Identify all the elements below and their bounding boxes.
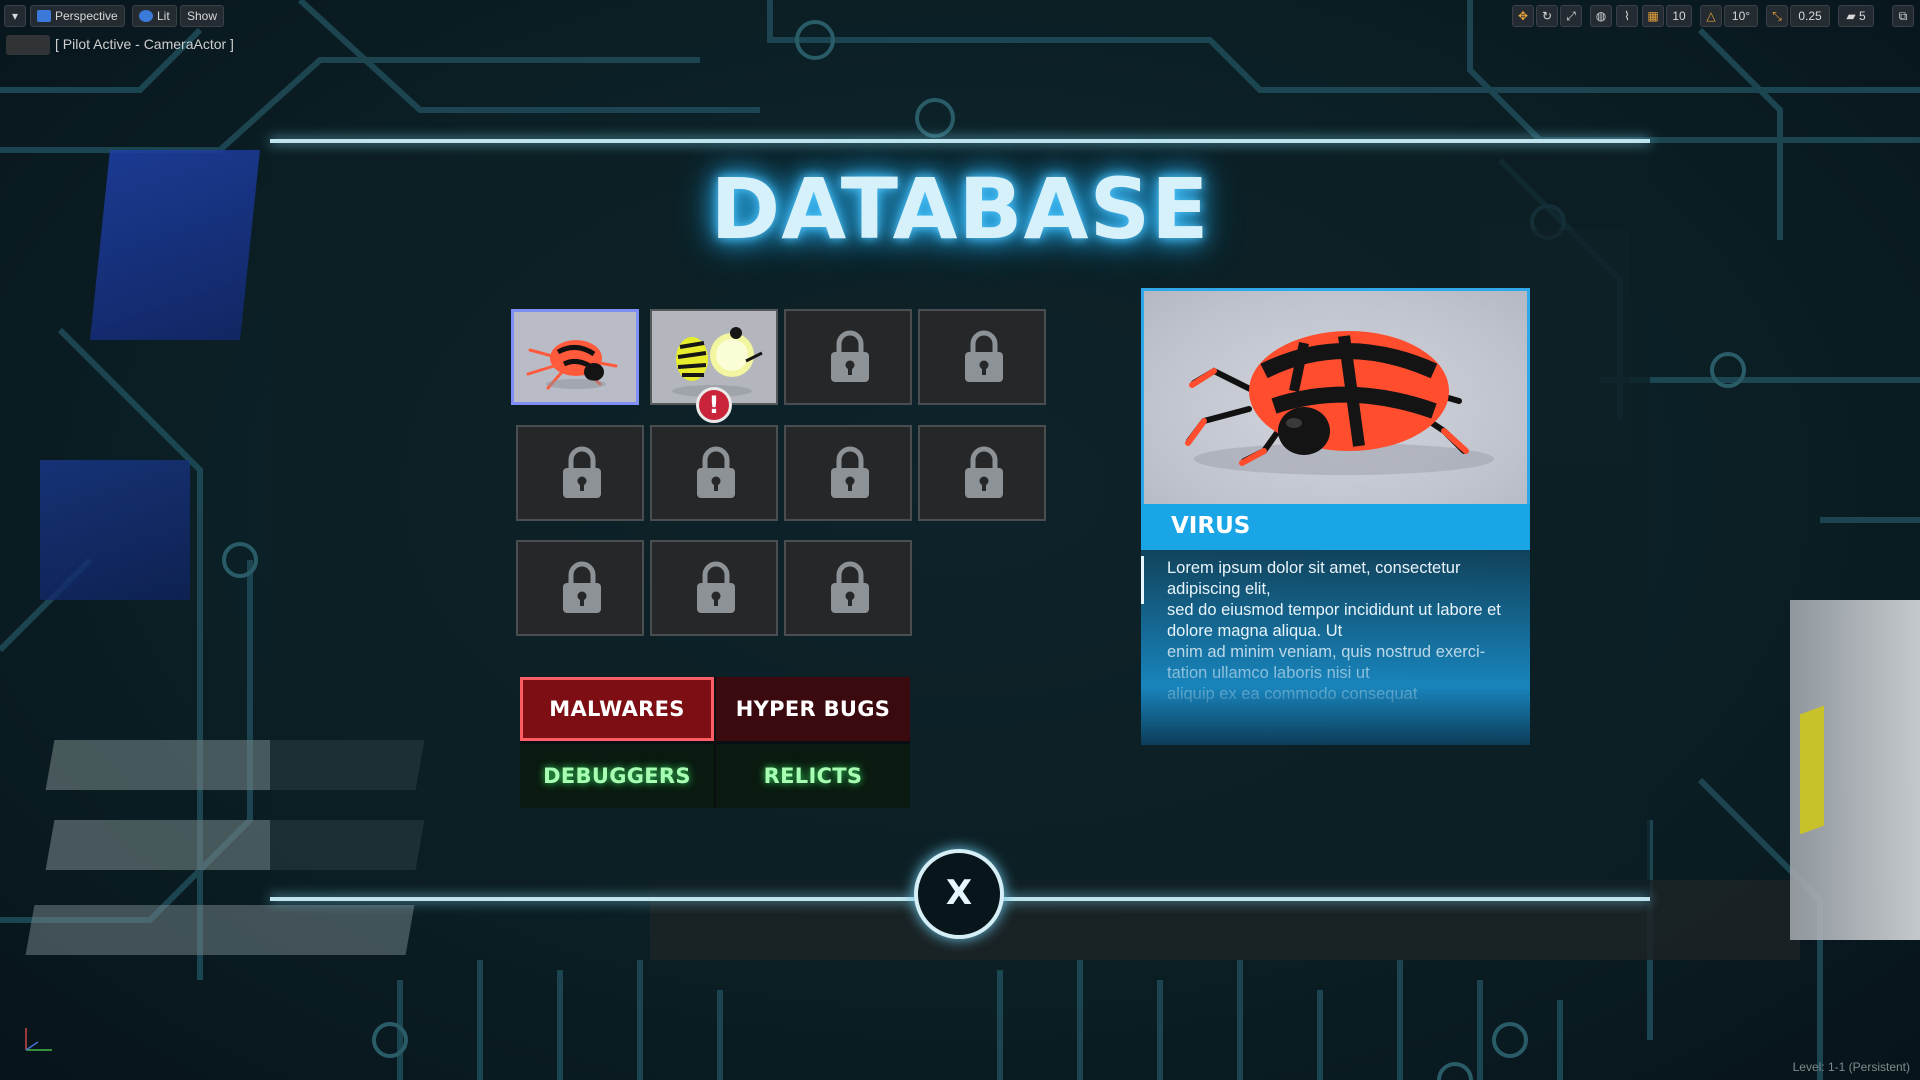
creature-slot-locked[interactable] — [516, 540, 644, 636]
rotation-snap-value[interactable]: 10° — [1724, 5, 1758, 27]
world-space-icon[interactable]: ◍ — [1590, 5, 1612, 27]
maximize-viewport-icon[interactable]: ⧉ — [1892, 5, 1914, 27]
blue-server-chip-lower — [40, 460, 190, 600]
creature-slot-virus[interactable] — [511, 309, 639, 405]
alert-icon: ! — [696, 387, 732, 423]
lit-sphere-icon — [139, 10, 153, 22]
tab-debuggers[interactable]: DEBUGGERS — [520, 744, 714, 808]
creature-slot-locked[interactable] — [650, 540, 778, 636]
panel-top-border — [270, 139, 1650, 143]
lock-icon — [965, 446, 1003, 498]
creature-slot-locked[interactable] — [784, 425, 912, 521]
white-machine-yellow-strip — [1800, 705, 1824, 835]
memory-stick — [25, 905, 415, 955]
viewport-options-button[interactable]: ▾ — [4, 5, 26, 27]
creature-slot-locked[interactable] — [516, 425, 644, 521]
close-button[interactable]: X — [914, 849, 1004, 939]
creature-slot-locked[interactable] — [784, 540, 912, 636]
creature-name: VIRUS — [1171, 513, 1251, 539]
description-scroll-marker — [1141, 556, 1144, 604]
lit-mode-button[interactable]: Lit — [132, 5, 177, 27]
rotate-icon[interactable]: ↻ — [1536, 5, 1558, 27]
creature-slot-locked[interactable] — [918, 309, 1046, 405]
creature-slot-locked[interactable] — [784, 309, 912, 405]
creature-slot-locked[interactable] — [650, 425, 778, 521]
viewport-toolbar: ▾ Perspective Lit Show ✥ ↻ ⤢ ◍ ⌇ ▦ 10 △ … — [0, 0, 1920, 30]
scale-icon[interactable]: ⤢ — [1560, 5, 1582, 27]
lock-icon — [831, 330, 869, 382]
tab-malwares[interactable]: MALWARES — [520, 677, 714, 741]
pilot-active-label: [ Pilot Active - CameraActor ] — [55, 36, 234, 52]
virus-preview-icon — [1185, 331, 1494, 475]
creature-description: Lorem ipsum dolor sit amet, consectetur … — [1167, 559, 1501, 703]
lock-icon — [697, 561, 735, 613]
lock-icon — [563, 446, 601, 498]
tab-hyper-bugs[interactable]: HYPER BUGS — [716, 677, 910, 741]
lock-icon — [697, 446, 735, 498]
transform-toggle-icon[interactable]: ✥ — [1512, 5, 1534, 27]
blue-server-chip — [90, 150, 260, 340]
scale-snap-icon[interactable]: ⤡ — [1766, 5, 1788, 27]
grid-snap-value[interactable]: 10 — [1666, 5, 1692, 27]
creature-slot-locked[interactable] — [918, 425, 1046, 521]
axis-gizmo-icon — [25, 1028, 52, 1051]
lock-icon — [965, 330, 1003, 382]
creature-preview-image — [1141, 288, 1530, 504]
pilot-actor-icons[interactable] — [6, 35, 50, 55]
creature-name-bar: VIRUS — [1141, 504, 1530, 550]
rotation-snap-icon[interactable]: △ — [1700, 5, 1722, 27]
chevron-down-icon: ▾ — [11, 9, 19, 23]
level-label: Level: 1-1 (Persistent) — [1792, 1060, 1910, 1074]
grid-snap-icon[interactable]: ▦ — [1642, 5, 1664, 27]
surface-snap-icon[interactable]: ⌇ — [1616, 5, 1638, 27]
tab-relicts[interactable]: RELICTS — [716, 744, 910, 808]
lock-icon — [831, 446, 869, 498]
perspective-button[interactable]: Perspective — [30, 5, 125, 27]
creature-description-box[interactable]: Lorem ipsum dolor sit amet, consectetur … — [1141, 550, 1530, 745]
page-title: DATABASE — [710, 160, 1210, 258]
lock-icon — [563, 561, 601, 613]
virus-bug-icon — [526, 340, 618, 390]
camera-speed-icon[interactable]: ▰ 5 — [1838, 5, 1874, 27]
lock-icon — [831, 561, 869, 613]
scale-snap-value[interactable]: 0.25 — [1790, 5, 1830, 27]
show-button[interactable]: Show — [180, 5, 225, 27]
perspective-cube-icon — [37, 10, 51, 22]
